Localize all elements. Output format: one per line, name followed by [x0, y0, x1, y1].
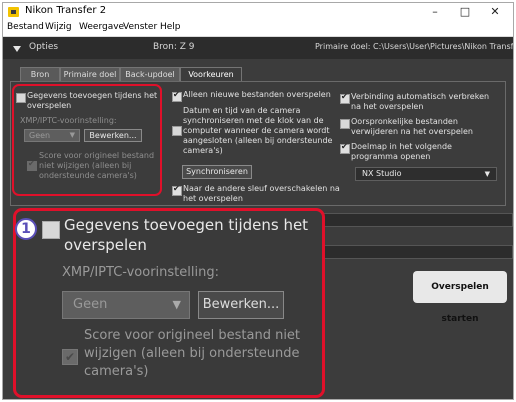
disconnect-checkbox[interactable]	[340, 92, 350, 104]
options-band: Opties Bron: Z 9 Primaire doel: C:\Users…	[3, 37, 513, 59]
next-slot-checkbox[interactable]	[172, 184, 182, 196]
sync-button[interactable]: Synchroniseren	[182, 165, 252, 179]
delete-label: Oorspronkelijke bestanden verwijderen na…	[351, 117, 473, 136]
tab-primaire-doel[interactable]: Primaire doel	[60, 67, 120, 82]
add-info-label-zoomed: Gegevens toevoegen tijdens het overspele…	[64, 216, 309, 254]
source-label: Bron: Z 9	[153, 42, 195, 52]
delete-checkbox[interactable]	[340, 119, 350, 129]
new-only-checkbox[interactable]	[172, 90, 182, 102]
close-button[interactable]: ✕	[481, 3, 509, 21]
menu-venster[interactable]: Venster	[123, 22, 157, 32]
app-icon	[8, 7, 19, 17]
minimize-button[interactable]: –	[421, 3, 449, 21]
open-folder-checkbox[interactable]	[340, 142, 350, 154]
new-only-label: Alleen nieuwe bestanden overspelen	[183, 90, 331, 99]
window-title: Nikon Transfer 2	[25, 5, 107, 16]
menu-help[interactable]: Help	[160, 22, 181, 32]
highlight-frame	[12, 84, 162, 196]
options-label: Opties	[29, 42, 59, 52]
callout-number-badge: 1	[15, 218, 37, 240]
menu-wijzig[interactable]: Wijzig	[45, 22, 72, 32]
score-label-zoomed: Score voor origineel bestand niet wijzig…	[84, 328, 301, 379]
preset-value-zoomed: Geen	[73, 297, 108, 312]
maximize-button[interactable]: □	[451, 3, 479, 21]
open-folder-label: Doelmap in het volgende programma openen	[351, 142, 452, 161]
tab-bron[interactable]: Bron	[20, 67, 60, 82]
collapse-triangle-icon[interactable]	[13, 46, 21, 52]
program-value: NX Studio	[362, 169, 402, 178]
menu-weergave[interactable]: Weergave	[79, 22, 124, 32]
next-slot-label: Naar de andere sleuf overschakelen na he…	[183, 184, 340, 203]
zoom-callout: Gegevens toevoegen tijdens het overspele…	[13, 208, 325, 398]
edit-button-zoomed[interactable]: Bewerken...	[198, 291, 284, 319]
chevron-down-icon: ▼	[484, 170, 490, 178]
lower-panel-strip	[321, 213, 513, 227]
lower-panel-strip-2	[321, 245, 513, 259]
xmp-label-zoomed: XMP/IPTC-voorinstelling:	[62, 265, 219, 280]
menu-bar: Bestand Wijzig Weergave Venster Help	[3, 21, 513, 37]
start-transfer-button[interactable]: Overspelen starten	[413, 271, 507, 324]
tab-back-updoel[interactable]: Back-updoel	[120, 67, 180, 82]
title-bar: Nikon Transfer 2 – □ ✕	[3, 3, 513, 21]
sync-label: Datum en tijd van de camera synchroniser…	[183, 106, 333, 155]
chevron-down-icon: ▼	[172, 298, 181, 311]
menu-bestand[interactable]: Bestand	[7, 22, 44, 32]
score-checkbox-zoomed[interactable]: ✔	[62, 349, 78, 365]
disconnect-label: Verbinding automatisch verbreken na het …	[351, 92, 490, 111]
tab-voorkeuren[interactable]: Voorkeuren	[180, 67, 242, 82]
add-info-checkbox-zoomed[interactable]	[42, 221, 60, 239]
sync-checkbox[interactable]	[172, 126, 182, 136]
program-dropdown[interactable]: NX Studio ▼	[355, 167, 497, 181]
destination-label: Primaire doel: C:\Users\User\Pictures\Ni…	[315, 42, 514, 51]
preset-dropdown-zoomed[interactable]: Geen ▼	[62, 291, 190, 319]
